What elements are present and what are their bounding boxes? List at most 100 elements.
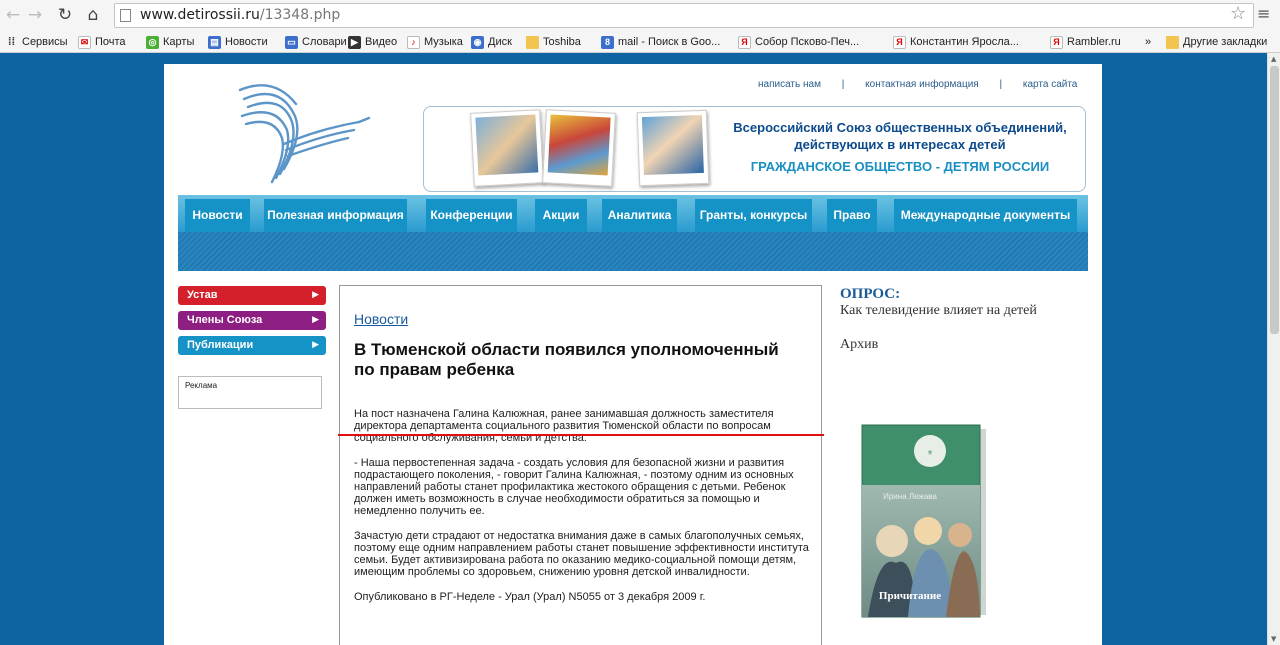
bookmark-item[interactable]: ✉ Почта [78,34,126,50]
sidebar-button-charter[interactable]: Устав ▶ [178,286,326,305]
url-text: www.detirossii.ru/13348.php [140,7,341,23]
bookmark-item[interactable]: » [1145,34,1151,50]
arrow-right-icon: ▶ [312,340,319,350]
page: написать нам | контактная информация | к… [164,64,1102,645]
bookmark-item[interactable]: ♪ Музыка [407,34,463,50]
header-links: написать нам | контактная информация | к… [758,79,1078,90]
bookmark-item[interactable]: ◉ Диск [471,34,512,50]
bookmark-label: Диск [488,36,512,48]
yandex-icon: Я [1050,35,1063,49]
poll-title: ОПРОС: [840,286,901,302]
browser-toolbar: ← → ↻ ⌂ www.detirossii.ru/13348.php ☆ ≡ [0,0,1280,31]
archive-link[interactable]: Архив [840,337,878,353]
sidebar-button-members[interactable]: Члены Союза ▶ [178,311,326,330]
bookmark-star-icon[interactable]: ☆ [1230,3,1246,24]
address-bar[interactable]: www.detirossii.ru/13348.php [114,3,1254,28]
scroll-thumb[interactable] [1270,66,1279,334]
bookmark-label: Сервисы [22,36,68,48]
bookmark-label: Другие закладки [1183,36,1268,48]
music-icon: ♪ [407,35,420,49]
bookmark-item[interactable]: ◎ Карты [146,34,194,50]
yandex-icon: Я [893,35,906,49]
bookmark-label: Видео [365,36,398,48]
folder-icon [526,35,539,49]
bookmark-item[interactable]: Я Rambler.ru [1050,34,1121,50]
bookmark-label: Toshiba [543,36,581,48]
nav-item-useful-info[interactable]: Полезная информация [264,199,407,232]
news-icon: ▤ [208,35,221,49]
yandex-mail-icon: ✉ [78,35,91,49]
apps-icon: ⁞⁞ [7,35,16,48]
link-contacts[interactable]: контактная информация [865,79,979,90]
bookmark-label: Константин Яросла... [910,36,1019,48]
google-icon: 8 [601,35,614,49]
browser-chrome: ← → ↻ ⌂ www.detirossii.ru/13348.php ☆ ≡ … [0,0,1280,53]
article-category-link[interactable]: Новости [354,311,408,327]
back-arrow-icon[interactable]: ← [4,5,22,25]
scroll-down-icon[interactable]: ▼ [1271,635,1276,643]
nav-item-news[interactable]: Новости [185,199,250,232]
bookmark-item[interactable]: 8 mail - Поиск в Goo... [601,34,720,50]
bookmark-label: Новости [225,36,268,48]
nav-item-law[interactable]: Право [827,199,877,232]
book-author: Ирина Лежава [883,492,937,501]
banner-photo-children [470,109,544,187]
crane-logo-icon[interactable] [224,74,374,189]
browser-menu-icon[interactable]: ≡ [1257,4,1270,23]
article-paragraph: Опубликовано в РГ-Неделе - Урал (Урал) N… [354,591,706,603]
poll-question-link[interactable]: Как телевидение влияет на детей [840,303,1037,319]
nav-item-intl-docs[interactable]: Международные документы [894,199,1077,232]
header-banner: Всероссийский Союз общественных объедине… [423,106,1086,192]
article-paragraph: На пост назначена Галина Калюжная, ранее… [354,408,774,444]
article-title: В Тюменской области появился уполномочен… [354,340,779,379]
scroll-up-icon[interactable]: ▲ [1271,55,1276,63]
arrow-right-icon: ▶ [312,290,319,300]
link-write-us[interactable]: написать нам [758,79,821,90]
bookmark-label: Почта [95,36,126,48]
article-paragraph: Зачастую дети страдают от недостатка вни… [354,530,809,578]
folder-icon [1166,35,1179,49]
bookmark-item[interactable]: Toshiba [526,34,581,50]
book-cover[interactable]: ⚜ Ирина Лежава Причитание [858,423,994,625]
reload-icon[interactable]: ↻ [56,5,74,25]
page-icon [120,9,131,22]
banner-photo-girl [636,109,710,187]
page-scrollbar[interactable]: ▲ ▼ [1267,53,1280,645]
bookmark-item[interactable]: Другие закладки [1166,34,1267,50]
maps-icon: ◎ [146,35,159,49]
bookmark-label: » [1145,36,1152,48]
nav-item-actions[interactable]: Акции [535,199,587,232]
bookmark-item[interactable]: Я Собор Псково-Печ... [738,34,859,50]
red-annotation-line [338,434,824,436]
bookmark-item[interactable]: ▶ Видео [348,34,397,50]
yandex-icon: Я [738,35,751,49]
forward-arrow-icon[interactable]: → [26,5,44,25]
link-sitemap[interactable]: карта сайта [1023,79,1077,90]
bookmark-label: Словари [302,36,347,48]
book-title: Причитание [879,590,941,602]
ad-box: Реклама [178,376,322,409]
main-nav: Новости Полезная информация Конференции … [178,195,1088,232]
bookmark-label: Карты [163,36,195,48]
home-icon[interactable]: ⌂ [84,5,102,25]
article-paragraph: - Наша первостепенная задача - создать у… [354,457,794,517]
bookmark-label: Собор Псково-Печ... [755,36,860,48]
nav-item-grants[interactable]: Гранты, конкурсы [695,199,812,232]
article: Новости В Тюменской области появился упо… [339,285,822,645]
bookmarks-bar: ⁞⁞ Сервисы ✉ Почта ◎ Карты ▤ Новости ▭ Словари ▶ Ви… [0,31,1280,52]
svg-text:⚜: ⚜ [927,449,933,457]
disk-icon: ◉ [471,35,484,49]
bookmark-item[interactable]: ⁞⁞ Сервисы [5,34,68,50]
bookmark-label: Музыка [424,36,463,48]
nav-item-analytics[interactable]: Аналитика [602,199,677,232]
arrow-right-icon: ▶ [312,315,319,325]
slogan: ГРАЖДАНСКОЕ ОБЩЕСТВО - ДЕТЯМ РОССИИ [750,159,1050,174]
bookmark-item[interactable]: ▤ Новости [208,34,268,50]
article-body: На пост назначена Галина Калюжная, ранее… [354,408,814,616]
ad-label: Реклама [185,381,218,390]
nav-item-conferences[interactable]: Конференции [426,199,517,232]
org-name: Всероссийский Союз общественных объедине… [733,120,1067,152]
sidebar-button-publications[interactable]: Публикации ▶ [178,336,326,355]
bookmark-item[interactable]: Я Константин Яросла... [893,34,1019,50]
bookmark-item[interactable]: ▭ Словари [285,34,347,50]
